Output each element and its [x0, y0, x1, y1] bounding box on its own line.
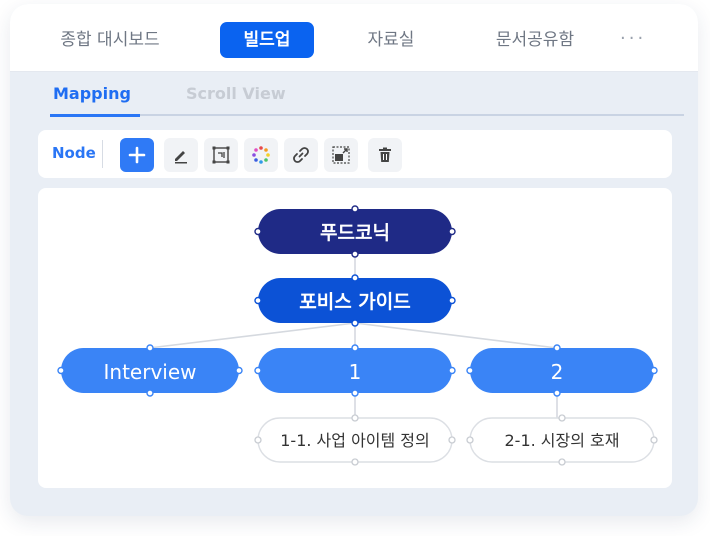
- color-button[interactable]: [244, 138, 278, 172]
- mindmap: 푸드코닉 포비스 가이드 Interview 1 2 1-1. 사업 아이템 정…: [57, 205, 658, 466]
- mindmap-node-interview[interactable]: Interview: [61, 348, 239, 393]
- node-2-label: 2: [551, 360, 564, 384]
- more-menu-icon[interactable]: ···: [620, 22, 646, 58]
- tab-buildup[interactable]: 빌드업: [220, 22, 314, 58]
- tab-document-share[interactable]: 문서공유함: [480, 22, 590, 58]
- mindmap-node-2-1[interactable]: 2-1. 시장의 호재: [469, 417, 655, 463]
- tab-underline: [50, 114, 684, 117]
- mindmap-node-2[interactable]: 2: [470, 348, 654, 393]
- node-1-1-label: 1-1. 사업 아이템 정의: [280, 431, 430, 450]
- mindmap-node-1[interactable]: 1: [258, 348, 452, 393]
- text-box-button[interactable]: [204, 138, 238, 172]
- node-1-label: 1: [349, 360, 362, 384]
- image-button[interactable]: [324, 138, 358, 172]
- color-palette-icon: [252, 146, 270, 164]
- node-toolbar: Node: [38, 130, 672, 178]
- tab-library[interactable]: 자료실: [350, 22, 432, 58]
- node-label: Node: [52, 144, 96, 162]
- tab-dashboard[interactable]: 종합 대시보드: [40, 22, 180, 58]
- mindmap-canvas[interactable]: 푸드코닉 포비스 가이드 Interview 1 2 1-1. 사업 아이템 정…: [38, 188, 672, 488]
- top-navigation: 종합 대시보드 빌드업 자료실 문서공유함 ···: [10, 4, 698, 72]
- app-window: 종합 대시보드 빌드업 자료실 문서공유함 ··· Mapping Scroll…: [10, 4, 698, 516]
- mindmap-node-1-1[interactable]: 1-1. 사업 아이템 정의: [257, 417, 453, 463]
- tab-scroll-view[interactable]: Scroll View: [186, 84, 286, 103]
- text-box-icon: [212, 146, 230, 164]
- image-icon: [332, 146, 350, 164]
- root-node-label: 푸드코닉: [320, 222, 390, 244]
- link-button[interactable]: [284, 138, 318, 172]
- add-node-button[interactable]: [120, 138, 154, 172]
- mindmap-root-node[interactable]: 푸드코닉: [258, 209, 452, 254]
- edit-pen-icon: [175, 151, 187, 164]
- add-icon: [128, 146, 146, 164]
- link-icon: [293, 147, 309, 163]
- interview-node-label: Interview: [104, 360, 197, 384]
- mindmap-node-level1[interactable]: 포비스 가이드: [258, 278, 452, 323]
- trash-icon: [379, 147, 391, 162]
- tab-mapping[interactable]: Mapping: [53, 84, 131, 103]
- toolbar-divider: [102, 140, 103, 168]
- level1-node-label: 포비스 가이드: [299, 291, 411, 313]
- node-2-1-label: 2-1. 시장의 호재: [505, 431, 620, 450]
- delete-node-button[interactable]: [368, 138, 402, 172]
- edit-node-button[interactable]: [164, 138, 198, 172]
